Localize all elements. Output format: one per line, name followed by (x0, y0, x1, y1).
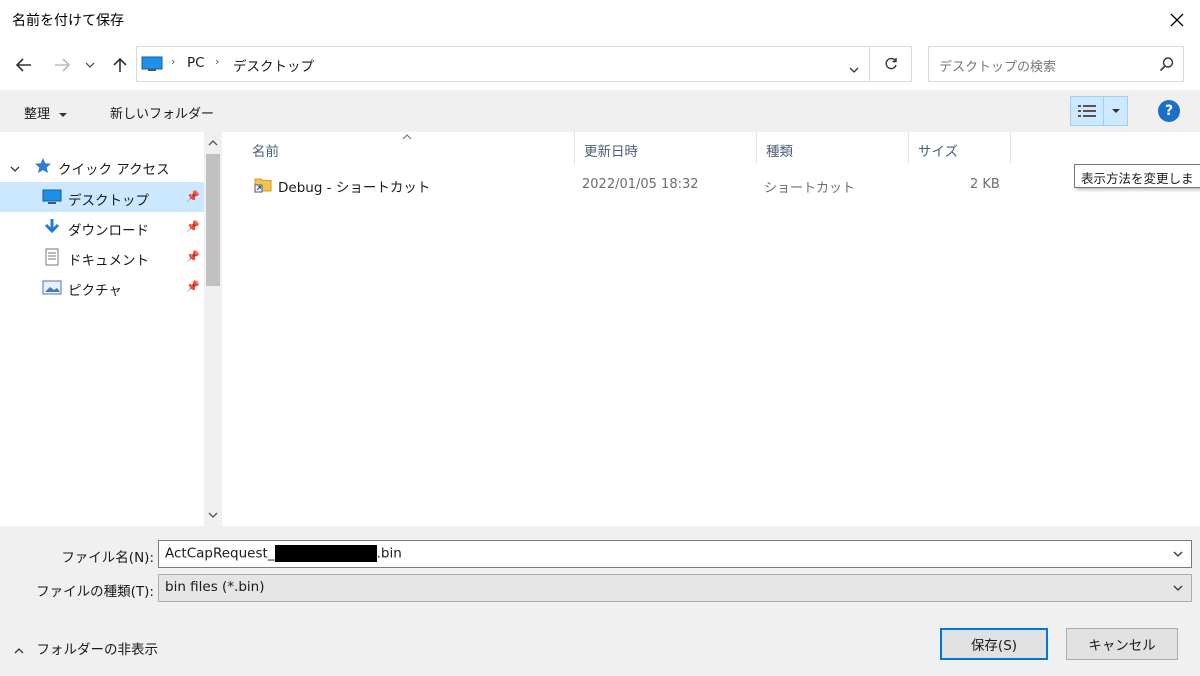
arrow-up-icon (113, 57, 127, 72)
title-bar: 名前を付けて保存 (0, 0, 1200, 40)
help-icon[interactable]: ? (1158, 100, 1180, 122)
chevron-down-icon (85, 62, 95, 68)
caret-down-icon (59, 113, 68, 117)
file-name: Debug - ショートカット (278, 180, 431, 196)
table-row[interactable]: Debug - ショートカット 2022/01/05 18:32 ショートカット… (226, 170, 1026, 200)
column-header-modified[interactable]: 更新日時 (584, 140, 638, 164)
new-folder-button[interactable]: 新しいフォルダー (110, 103, 214, 122)
download-icon (44, 219, 60, 234)
scrollbar-thumb[interactable] (206, 154, 220, 286)
redacted-text (274, 545, 377, 562)
view-tooltip: 表示方法を変更しま (1074, 164, 1200, 188)
column-divider[interactable] (1010, 132, 1011, 164)
back-button[interactable] (10, 51, 38, 79)
filename-input[interactable]: ActCapRequest_ .bin (158, 540, 1192, 568)
sidebar-item-label: ダウンロード (68, 223, 149, 239)
star-icon (35, 158, 51, 173)
column-divider[interactable] (574, 132, 575, 164)
column-header-size[interactable]: サイズ (918, 140, 958, 164)
details-view-icon (1078, 105, 1096, 117)
cancel-button[interactable]: キャンセル (1066, 628, 1178, 660)
filename-value-prefix: ActCapRequest_ (165, 545, 275, 562)
sidebar-item-label: ピクチャ (68, 283, 122, 299)
filetype-select[interactable]: bin files (*.bin) (158, 574, 1192, 602)
hide-folders-label: フォルダーの非表示 (36, 642, 158, 658)
search-input[interactable]: デスクトップの検索 (928, 46, 1184, 82)
command-bar: 整理 新しいフォルダー (0, 90, 1200, 132)
column-header-name[interactable]: 名前 (252, 140, 279, 164)
refresh-icon (885, 57, 897, 70)
scroll-up-icon[interactable] (208, 140, 218, 146)
filename-label: ファイル名(N): (61, 550, 154, 566)
sidebar-item-label: デスクトップ (68, 193, 149, 209)
chevron-down-icon (10, 166, 20, 172)
navigation-pane: クイック アクセス デスクトップ 📌 ダウンロード 📌 ドキュメント 📌 ピクチ… (0, 132, 222, 526)
chevron-down-icon (849, 67, 859, 73)
desktop-icon (42, 189, 62, 204)
arrow-left-icon (16, 58, 31, 72)
sort-ascending-icon (402, 134, 412, 140)
scroll-down-icon[interactable] (208, 512, 218, 518)
filetype-label: ファイルの種類(T): (36, 584, 154, 600)
save-button[interactable]: 保存(S) (940, 628, 1048, 660)
search-placeholder: デスクトップの検索 (939, 60, 1057, 75)
filetype-value: bin files (*.bin) (165, 579, 265, 595)
breadcrumb-separator: › (215, 55, 220, 68)
organize-label: 整理 (24, 107, 51, 122)
column-divider[interactable] (908, 132, 909, 164)
caret-down-icon (1111, 109, 1120, 113)
close-button[interactable] (1154, 0, 1200, 40)
file-modified: 2022/01/05 18:32 (582, 177, 699, 192)
forward-button[interactable] (48, 51, 76, 79)
search-icon (1159, 57, 1174, 72)
chevron-down-icon[interactable] (1173, 551, 1183, 557)
quick-access-expander[interactable] (10, 160, 20, 176)
sidebar-item-label: ドキュメント (68, 253, 149, 269)
sidebar-item-pictures[interactable]: ピクチャ 📌 (0, 272, 204, 302)
picture-icon (42, 280, 62, 295)
shortcut-folder-icon (254, 178, 272, 193)
file-type: ショートカット (764, 181, 856, 196)
address-dropdown-button[interactable] (849, 61, 859, 77)
view-options-dropdown[interactable] (1104, 96, 1128, 126)
sidebar-item-desktop[interactable]: デスクトップ 📌 (0, 182, 204, 212)
chevron-down-icon (1173, 585, 1183, 591)
up-button[interactable] (106, 51, 134, 79)
sidebar-item-documents[interactable]: ドキュメント 📌 (0, 242, 204, 272)
change-view-button[interactable] (1070, 96, 1104, 126)
hide-folders-button[interactable]: フォルダーの非表示 (14, 638, 158, 658)
chevron-up-icon (14, 648, 24, 654)
pin-icon[interactable]: 📌 (186, 190, 200, 203)
organize-button[interactable]: 整理 (24, 103, 68, 122)
arrow-right-icon (55, 58, 70, 72)
refresh-button[interactable] (870, 46, 912, 82)
pc-icon (141, 56, 163, 71)
document-icon (45, 248, 59, 266)
file-list: 名前 更新日時 種類 サイズ Debug - ショートカット 2022/01/0… (226, 132, 1200, 526)
column-divider[interactable] (756, 132, 757, 164)
file-size: 2 KB (970, 177, 1000, 192)
address-bar[interactable]: › PC › デスクトップ (136, 46, 870, 82)
pin-icon[interactable]: 📌 (186, 250, 200, 263)
window-title: 名前を付けて保存 (12, 13, 124, 29)
breadcrumb-separator: › (171, 55, 176, 68)
pin-icon[interactable]: 📌 (186, 220, 200, 233)
breadcrumb-desktop[interactable]: デスクトップ (233, 55, 314, 75)
breadcrumb-pc[interactable]: PC (187, 55, 205, 71)
recent-locations-button[interactable] (80, 51, 100, 79)
close-icon (1170, 13, 1184, 27)
column-header-type[interactable]: 種類 (766, 140, 793, 164)
pin-icon[interactable]: 📌 (186, 280, 200, 293)
quick-access-label[interactable]: クイック アクセス (58, 158, 170, 178)
sidebar-item-downloads[interactable]: ダウンロード 📌 (0, 212, 204, 242)
filename-value-suffix: .bin (376, 545, 402, 562)
